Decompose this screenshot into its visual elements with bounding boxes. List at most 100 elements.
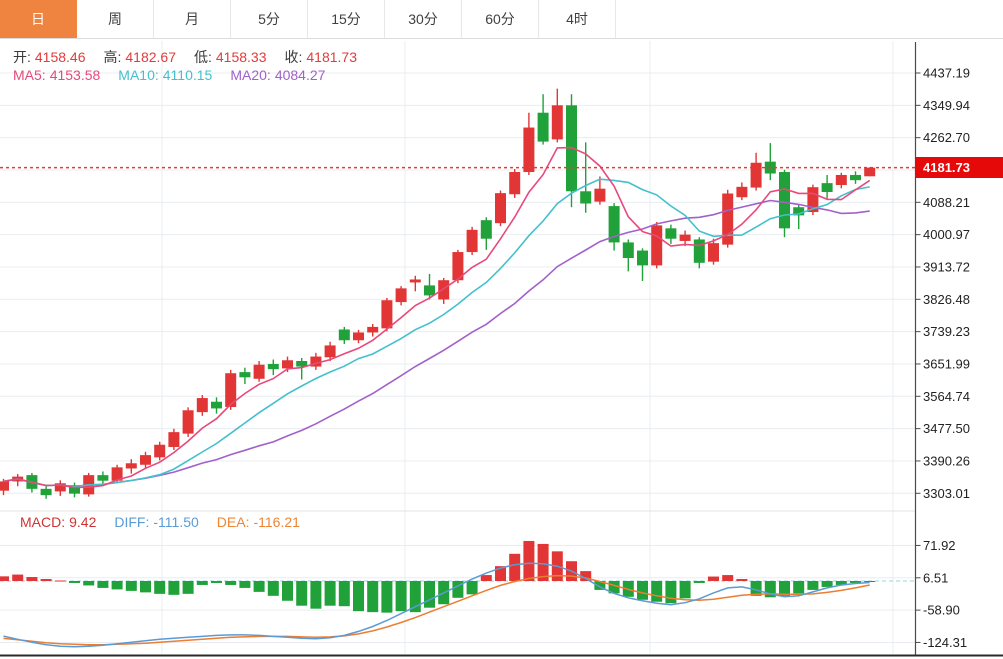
candle-body[interactable]: [254, 365, 265, 379]
candle-body[interactable]: [708, 243, 719, 262]
candle-body[interactable]: [481, 220, 492, 239]
ohlc-readout: 开:4158.46高:4182.67低:4158.33收:4181.73: [13, 47, 375, 67]
macd-hist-bar: [367, 581, 378, 612]
price-axis-label: 3303.01: [923, 486, 970, 501]
candle-body[interactable]: [751, 163, 762, 188]
candle-body[interactable]: [637, 251, 648, 266]
ohlc-row-item: 开:4158.46: [13, 49, 90, 65]
candle-body[interactable]: [736, 187, 747, 197]
candle-body[interactable]: [538, 113, 549, 142]
candle-body[interactable]: [438, 280, 449, 299]
candle-body[interactable]: [779, 172, 790, 228]
candle-body[interactable]: [353, 332, 364, 340]
macd-hist-bar: [168, 581, 179, 595]
tab-15min[interactable]: 15分: [308, 0, 385, 38]
macd-hist-bar: [736, 579, 747, 581]
current-price-tag: 4181.73: [916, 157, 1003, 178]
tab-30min[interactable]: 30分: [385, 0, 462, 38]
macd-hist-bar: [310, 581, 321, 609]
macd-hist-bar: [183, 581, 194, 594]
candle-body[interactable]: [424, 285, 435, 295]
macd-hist-bar: [538, 544, 549, 581]
candle-body[interactable]: [339, 330, 350, 341]
macd-row-item: DEA:-116.21: [217, 514, 304, 530]
candle-body[interactable]: [552, 105, 563, 139]
macd-hist-bar: [481, 575, 492, 581]
candle-body[interactable]: [523, 128, 534, 172]
candle-body[interactable]: [467, 230, 478, 252]
candle-body[interactable]: [325, 345, 336, 357]
candle-body[interactable]: [211, 402, 222, 409]
candle-body[interactable]: [822, 183, 833, 192]
macd-hist-bar: [339, 581, 350, 606]
price-axis-label: 3477.50: [923, 421, 970, 436]
candle-body[interactable]: [694, 239, 705, 262]
candle-body[interactable]: [410, 279, 421, 282]
macd-hist-bar: [353, 581, 364, 611]
candle-body[interactable]: [665, 228, 676, 238]
candle-body[interactable]: [239, 372, 250, 377]
candle-body[interactable]: [197, 398, 208, 412]
kline-chart-app: 4437.194349.944262.704088.214000.973913.…: [0, 0, 1003, 659]
candle-body[interactable]: [651, 225, 662, 265]
macd-hist-bar: [665, 581, 676, 603]
candle-body[interactable]: [864, 168, 875, 177]
candle-body[interactable]: [268, 364, 279, 369]
candle-body[interactable]: [367, 327, 378, 333]
candle-body[interactable]: [126, 463, 137, 468]
tab-month[interactable]: 月: [154, 0, 231, 38]
tab-week[interactable]: 周: [77, 0, 154, 38]
candle-body[interactable]: [495, 193, 506, 223]
macd-hist-bar: [864, 581, 875, 582]
macd-hist-bar: [0, 576, 9, 581]
candle-body[interactable]: [140, 455, 151, 465]
candlestick-macd-chart: 4437.194349.944262.704088.214000.973913.…: [0, 0, 1003, 659]
macd-hist-bar: [396, 581, 407, 611]
macd-hist-bar: [12, 575, 23, 581]
macd-hist-bar: [424, 581, 435, 608]
tab-60min[interactable]: 60分: [462, 0, 539, 38]
macd-hist-bar: [225, 581, 236, 585]
macd-hist-bar: [83, 581, 94, 585]
macd-hist-bar: [325, 581, 336, 606]
price-axis-label: 3390.26: [923, 453, 970, 468]
candle-body[interactable]: [623, 242, 634, 258]
candle-body[interactable]: [836, 175, 847, 185]
timeframe-tabbar: 日周月5分15分30分60分4时: [0, 0, 1003, 39]
candle-body[interactable]: [594, 189, 605, 202]
candle-body[interactable]: [396, 288, 407, 302]
ma-row-item: MA10:4110.15: [118, 67, 216, 83]
macd-hist-bar: [282, 581, 293, 601]
macd-hist-bar: [41, 579, 52, 581]
macd-hist-bar: [211, 581, 222, 583]
candle-body[interactable]: [168, 432, 179, 447]
candle-body[interactable]: [0, 481, 9, 490]
candle-body[interactable]: [183, 410, 194, 433]
macd-hist-bar: [197, 581, 208, 585]
tab-4hour[interactable]: 4时: [539, 0, 616, 38]
candle-body[interactable]: [41, 489, 52, 495]
price-axis-label: 3913.72: [923, 259, 970, 274]
price-axis-label: 3826.48: [923, 292, 970, 307]
candle-body[interactable]: [154, 445, 165, 458]
candle-body[interactable]: [381, 300, 392, 328]
macd-hist-bar: [793, 581, 804, 593]
macd-axis-label: 6.51: [923, 570, 948, 585]
candle-body[interactable]: [580, 191, 591, 203]
candle-body[interactable]: [509, 172, 520, 194]
ma-row-item: MA20:4084.27: [230, 67, 329, 83]
candle-body[interactable]: [97, 475, 108, 481]
macd-hist-bar: [296, 581, 307, 606]
macd-hist-bar: [509, 554, 520, 581]
candle-body[interactable]: [680, 235, 691, 241]
candle-body[interactable]: [282, 360, 293, 368]
macd-hist-bar: [708, 577, 719, 581]
macd-hist-bar: [680, 581, 691, 598]
macd-hist-bar: [694, 581, 705, 583]
tab-day[interactable]: 日: [0, 0, 77, 38]
candle-body[interactable]: [850, 175, 861, 180]
price-axis-label: 4437.19: [923, 66, 970, 81]
macd-hist-bar: [126, 581, 137, 591]
macd-row-item: DIFF:-111.50: [114, 514, 202, 530]
tab-5min[interactable]: 5分: [231, 0, 308, 38]
